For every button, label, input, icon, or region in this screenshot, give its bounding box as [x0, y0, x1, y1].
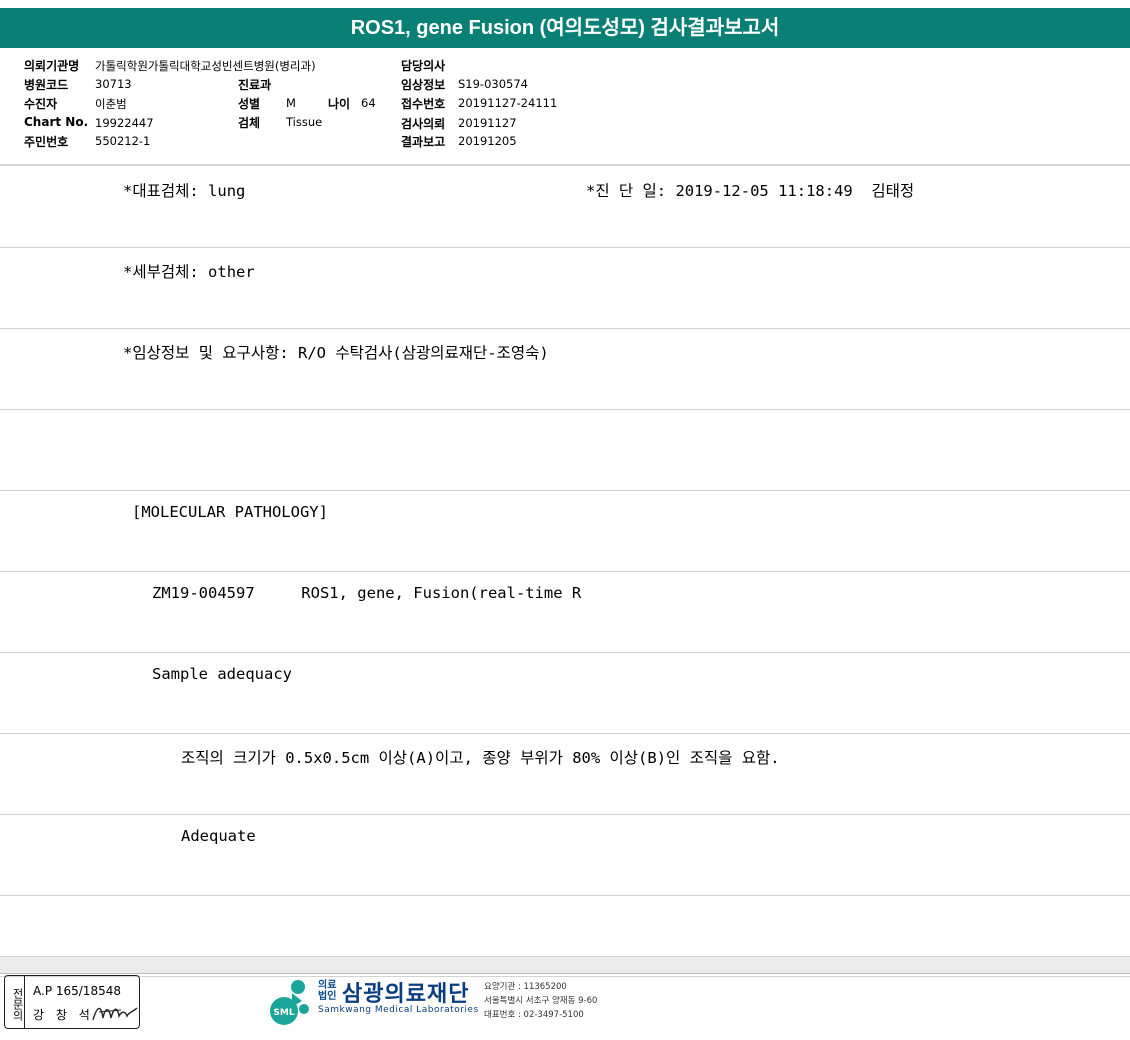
institution-label: 의뢰기관명: [24, 59, 80, 73]
attending-label: 담당의사: [401, 59, 446, 73]
report-row: *임상정보 및 요구사항: R/O 수탁검사(삼광의료재단-조영숙): [0, 329, 1130, 410]
hospital-code-label: 병원코드: [24, 78, 69, 92]
patient-label: 수진자: [24, 97, 58, 111]
resident-value: 550212-1: [95, 134, 151, 148]
patient-value: 이춘범: [95, 97, 127, 111]
chart-label: Chart No.: [24, 115, 89, 129]
adequacy-result: Adequate: [181, 827, 256, 845]
detail-specimen: *세부검체: other: [123, 263, 255, 281]
report-row: Adequate: [0, 815, 1130, 896]
age-label: 나이: [328, 97, 351, 111]
report-row: 조직의 크기가 0.5x0.5cm 이상(A)이고, 종양 부위가 80% 이상…: [0, 734, 1130, 815]
diagnosis-date: *진 단 일: 2019-12-05 11:18:49 김태정: [586, 182, 915, 200]
logo-corp: 의료 법인: [318, 980, 337, 1002]
stamp-label: 전문의: [5, 976, 25, 1028]
specimen-label: 검체: [238, 116, 261, 130]
sml-logo: SML 의료 법인 삼광의료재단 Samkwang Medical Labora…: [268, 975, 598, 1027]
institution-value: 가톨릭학원가톨릭대학교성빈센트병원(병리과): [95, 59, 316, 73]
sex-label: 성별: [238, 97, 261, 111]
report-date-value: 20191205: [458, 134, 517, 148]
test-code-line: ZM19-004597 ROS1, gene, Fusion(real-time…: [152, 584, 582, 602]
report-row: [MOLECULAR PATHOLOGY]: [0, 491, 1130, 572]
lab-code: 요양기관 : 11365200: [484, 982, 567, 992]
stamp-name: 강 창 석: [33, 1008, 94, 1022]
adequacy-criteria: 조직의 크기가 0.5x0.5cm 이상(A)이고, 종양 부위가 80% 이상…: [181, 749, 780, 767]
report-date-label: 결과보고: [401, 135, 446, 149]
sample-adequacy-heading: Sample adequacy: [152, 665, 292, 683]
report-header: 의뢰기관명 가톨릭학원가톨릭대학교성빈센트병원(병리과) 담당의사 병원코드 3…: [0, 54, 1130, 164]
resident-label: 주민번호: [24, 135, 69, 149]
signature-icon: [92, 1007, 138, 1021]
hospital-code-value: 30713: [95, 77, 132, 91]
footer-divider: [0, 956, 1130, 974]
logo-name: 삼광의료재단: [342, 982, 470, 1007]
pathologist-stamp: 전문의 A.P 165/18548 강 창 석: [4, 975, 140, 1029]
report-row: [0, 410, 1130, 491]
request-label: 검사의뢰: [401, 117, 446, 131]
clinical-request: *임상정보 및 요구사항: R/O 수탁검사(삼광의료재단-조영숙): [123, 344, 549, 362]
logo-english: Samkwang Medical Laboratories: [318, 1005, 479, 1015]
report-row: *대표검체: lung *진 단 일: 2019-12-05 11:18:49 …: [0, 167, 1130, 248]
representative-specimen: *대표검체: lung: [123, 182, 246, 200]
age-value: 64: [361, 96, 376, 110]
receipt-value: 20191127-24111: [458, 96, 558, 110]
report-body: *대표검체: lung *진 단 일: 2019-12-05 11:18:49 …: [0, 167, 1130, 977]
department-label: 진료과: [238, 78, 272, 92]
report-row: *세부검체: other: [0, 248, 1130, 329]
report-title: ROS1, gene Fusion (여의도성모) 검사결과보고서: [0, 8, 1130, 48]
request-value: 20191127: [458, 116, 517, 130]
header-divider: [0, 164, 1130, 166]
clinical-info-label: 임상정보: [401, 78, 446, 92]
lab-phone: 대표번호 : 02-3497-5100: [484, 1010, 584, 1020]
clinical-info-value: S19-030574: [458, 77, 528, 91]
specimen-value: Tissue: [286, 115, 323, 129]
sex-value: M: [286, 96, 296, 110]
report-row: ZM19-004597 ROS1, gene, Fusion(real-time…: [0, 572, 1130, 653]
stamp-license: A.P 165/18548: [33, 984, 121, 998]
lab-address: 서울특별시 서초구 양재동 9-60: [484, 996, 598, 1006]
sml-logo-icon: SML: [270, 980, 309, 1025]
logo-text: SML: [273, 1008, 294, 1018]
section-heading: [MOLECULAR PATHOLOGY]: [132, 503, 328, 521]
receipt-label: 접수번호: [401, 97, 446, 111]
report-row: Sample adequacy: [0, 653, 1130, 734]
chart-value: 19922447: [95, 116, 154, 130]
lab-info: 요양기관 : 11365200 서울특별시 서초구 양재동 9-60 대표번호 …: [484, 980, 597, 1022]
